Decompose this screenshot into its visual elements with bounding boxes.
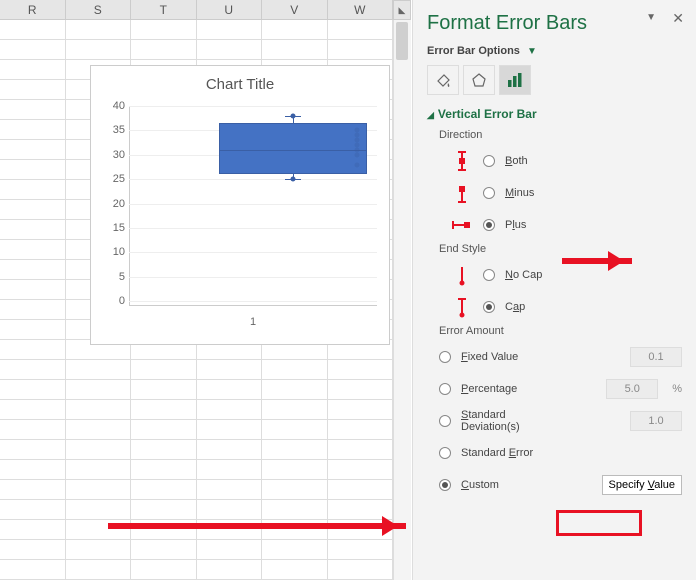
radio[interactable] <box>439 447 451 459</box>
stddev-input[interactable]: 1.0 <box>630 411 682 431</box>
scrollbar-thumb[interactable] <box>396 22 408 60</box>
option-label: Custom <box>461 479 592 491</box>
nocap-icon <box>451 264 473 286</box>
direction-group-label: Direction <box>439 129 682 141</box>
close-icon[interactable]: ✕ <box>672 10 684 27</box>
panel-dropdown[interactable]: Error Bar Options ▼ <box>427 45 682 57</box>
error-minus-icon <box>451 182 473 204</box>
y-tick-label: 35 <box>97 124 125 136</box>
specify-value-button[interactable]: Specify Value <box>602 475 682 495</box>
format-error-bars-panel: ▼ ✕ Format Error Bars Error Bar Options … <box>412 0 696 580</box>
panel-dropdown-label: Error Bar Options <box>427 45 520 57</box>
radio[interactable] <box>483 269 495 281</box>
col-header[interactable]: U <box>197 0 263 19</box>
x-axis <box>129 305 377 306</box>
option-label: Percentage <box>461 383 596 395</box>
fill-line-tab[interactable] <box>427 65 459 95</box>
radio[interactable] <box>483 155 495 167</box>
radio[interactable] <box>483 187 495 199</box>
col-header[interactable]: S <box>66 0 132 19</box>
chevron-down-icon: ▼ <box>527 46 537 57</box>
panel-title: Format Error Bars <box>427 12 682 35</box>
option-label: Fixed Value <box>461 351 620 363</box>
endstyle-nocap-option[interactable]: No Cap <box>451 261 682 289</box>
option-label: No Cap <box>505 269 682 281</box>
amount-stderr-option[interactable]: Standard Error <box>439 439 682 467</box>
amount-percentage-option[interactable]: Percentage 5.0 % <box>439 375 682 403</box>
option-label: Cap <box>505 301 682 313</box>
vertical-scrollbar[interactable] <box>393 20 411 580</box>
y-tick-label: 25 <box>97 173 125 185</box>
direction-plus-option[interactable]: Plus <box>451 211 682 239</box>
pentagon-icon <box>470 71 488 89</box>
error-plus-icon <box>451 218 473 232</box>
radio[interactable] <box>439 479 451 491</box>
select-all-triangle[interactable]: ◣ <box>393 0 411 20</box>
y-tick-label: 15 <box>97 222 125 234</box>
embedded-chart[interactable]: Chart Title 1 0510152025303540 <box>90 65 390 345</box>
effects-tab[interactable] <box>463 65 495 95</box>
direction-minus-option[interactable]: Minus <box>451 179 682 207</box>
endstyle-cap-option[interactable]: Cap <box>451 293 682 321</box>
panel-tab-group <box>427 65 682 95</box>
panel-options-dropdown-icon[interactable]: ▼ <box>646 12 656 23</box>
option-label: Both <box>505 155 682 167</box>
col-header[interactable]: R <box>0 0 66 19</box>
x-tick-label: 1 <box>129 316 377 328</box>
cap-icon <box>451 296 473 318</box>
option-label: Standard Error <box>461 447 682 459</box>
percent-unit: % <box>672 383 682 395</box>
endstyle-group-label: End Style <box>439 243 682 255</box>
col-header[interactable]: V <box>262 0 328 19</box>
option-label: Minus <box>505 187 682 199</box>
y-tick-label: 40 <box>97 100 125 112</box>
radio[interactable] <box>483 301 495 313</box>
radio[interactable] <box>483 219 495 231</box>
amount-fixed-option[interactable]: Fixed Value 0.1 <box>439 343 682 371</box>
column-header-strip: R S T U V W <box>0 0 393 20</box>
radio[interactable] <box>439 383 451 395</box>
option-label: StandardDeviation(s) <box>461 409 620 433</box>
y-tick-label: 20 <box>97 198 125 210</box>
amount-group-label: Error Amount <box>439 325 682 337</box>
y-tick-label: 30 <box>97 149 125 161</box>
error-both-icon <box>451 150 473 172</box>
chart-title[interactable]: Chart Title <box>91 66 389 97</box>
col-header[interactable]: T <box>131 0 197 19</box>
annotation-arrow <box>562 258 632 264</box>
section-header[interactable]: ◢Vertical Error Bar <box>427 107 682 121</box>
radio[interactable] <box>439 351 451 363</box>
amount-custom-option[interactable]: Custom Specify Value <box>439 471 682 499</box>
y-tick-label: 10 <box>97 246 125 258</box>
collapse-triangle-icon: ◢ <box>427 110 434 121</box>
bar-chart-icon <box>506 71 524 89</box>
annotation-arrow <box>108 523 406 529</box>
paint-bucket-icon <box>434 71 452 89</box>
bar-options-tab[interactable] <box>499 65 531 95</box>
col-header[interactable]: W <box>328 0 394 19</box>
plot-area[interactable]: 1 0510152025303540 <box>129 106 377 306</box>
y-tick-label: 0 <box>97 295 125 307</box>
radio[interactable] <box>439 415 451 427</box>
direction-both-option[interactable]: Both <box>451 147 682 175</box>
amount-stddev-option[interactable]: StandardDeviation(s) 1.0 <box>439 407 682 435</box>
option-label: Plus <box>505 219 682 231</box>
y-tick-label: 5 <box>97 271 125 283</box>
percentage-input[interactable]: 5.0 <box>606 379 658 399</box>
fixed-value-input[interactable]: 0.1 <box>630 347 682 367</box>
bar-series[interactable] <box>219 123 367 174</box>
